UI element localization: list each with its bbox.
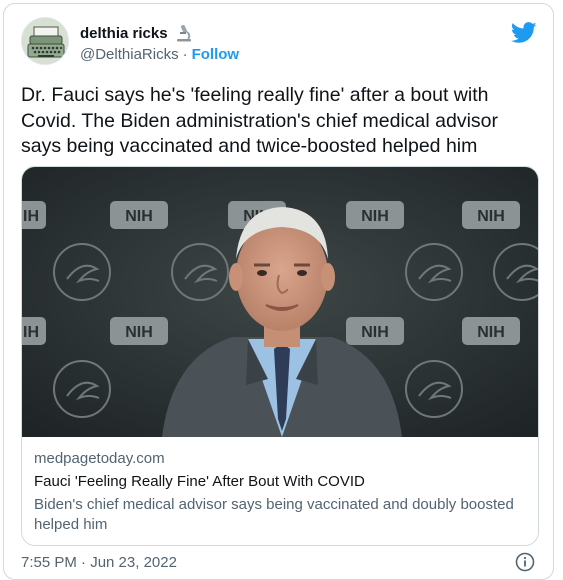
tweet-card[interactable]: delthia ricks @DelthiaRicks · Follow Dr. F… — [3, 3, 554, 580]
link-domain: medpagetoday.com — [34, 450, 165, 467]
handle[interactable]: @DelthiaRicks — [80, 46, 179, 63]
article-thumbnail-image: NIH NIH NIH NIH NIH NIH NIH NIH NIH — [22, 167, 538, 437]
follow-button[interactable]: Follow — [192, 46, 240, 63]
svg-text:NIH: NIH — [477, 324, 505, 341]
tweet-timestamp[interactable]: 7:55 PM · Jun 23, 2022 — [21, 554, 177, 571]
name-line: delthia ricks — [80, 23, 194, 43]
link-description: Biden's chief medical advisor says being… — [34, 496, 514, 533]
link-card-meta: medpagetoday.com Fauci 'Feeling Really F… — [34, 449, 528, 535]
typewriter-avatar-icon — [22, 18, 68, 64]
avatar[interactable] — [21, 17, 69, 65]
separator-dot: · — [182, 46, 188, 63]
svg-text:NIH: NIH — [361, 324, 389, 341]
link-title[interactable]: Fauci 'Feeling Really Fine' After Bout W… — [34, 472, 528, 492]
display-name[interactable]: delthia ricks — [80, 25, 168, 42]
handle-line: @DelthiaRicks · Follow — [80, 46, 239, 63]
svg-text:NIH: NIH — [22, 208, 39, 225]
link-preview-card[interactable]: NIH NIH NIH NIH NIH NIH NIH NIH NIH — [21, 166, 539, 546]
svg-text:NIH: NIH — [22, 324, 39, 341]
twitter-bird-icon[interactable] — [511, 22, 537, 44]
svg-text:NIH: NIH — [125, 324, 153, 341]
info-icon[interactable] — [515, 552, 535, 572]
microscope-icon — [176, 24, 191, 42]
svg-text:NIH: NIH — [125, 208, 153, 225]
svg-text:NIH: NIH — [477, 208, 505, 225]
tweet-text: Dr. Fauci says he's 'feeling really fine… — [21, 84, 499, 157]
svg-text:NIH: NIH — [361, 208, 389, 225]
